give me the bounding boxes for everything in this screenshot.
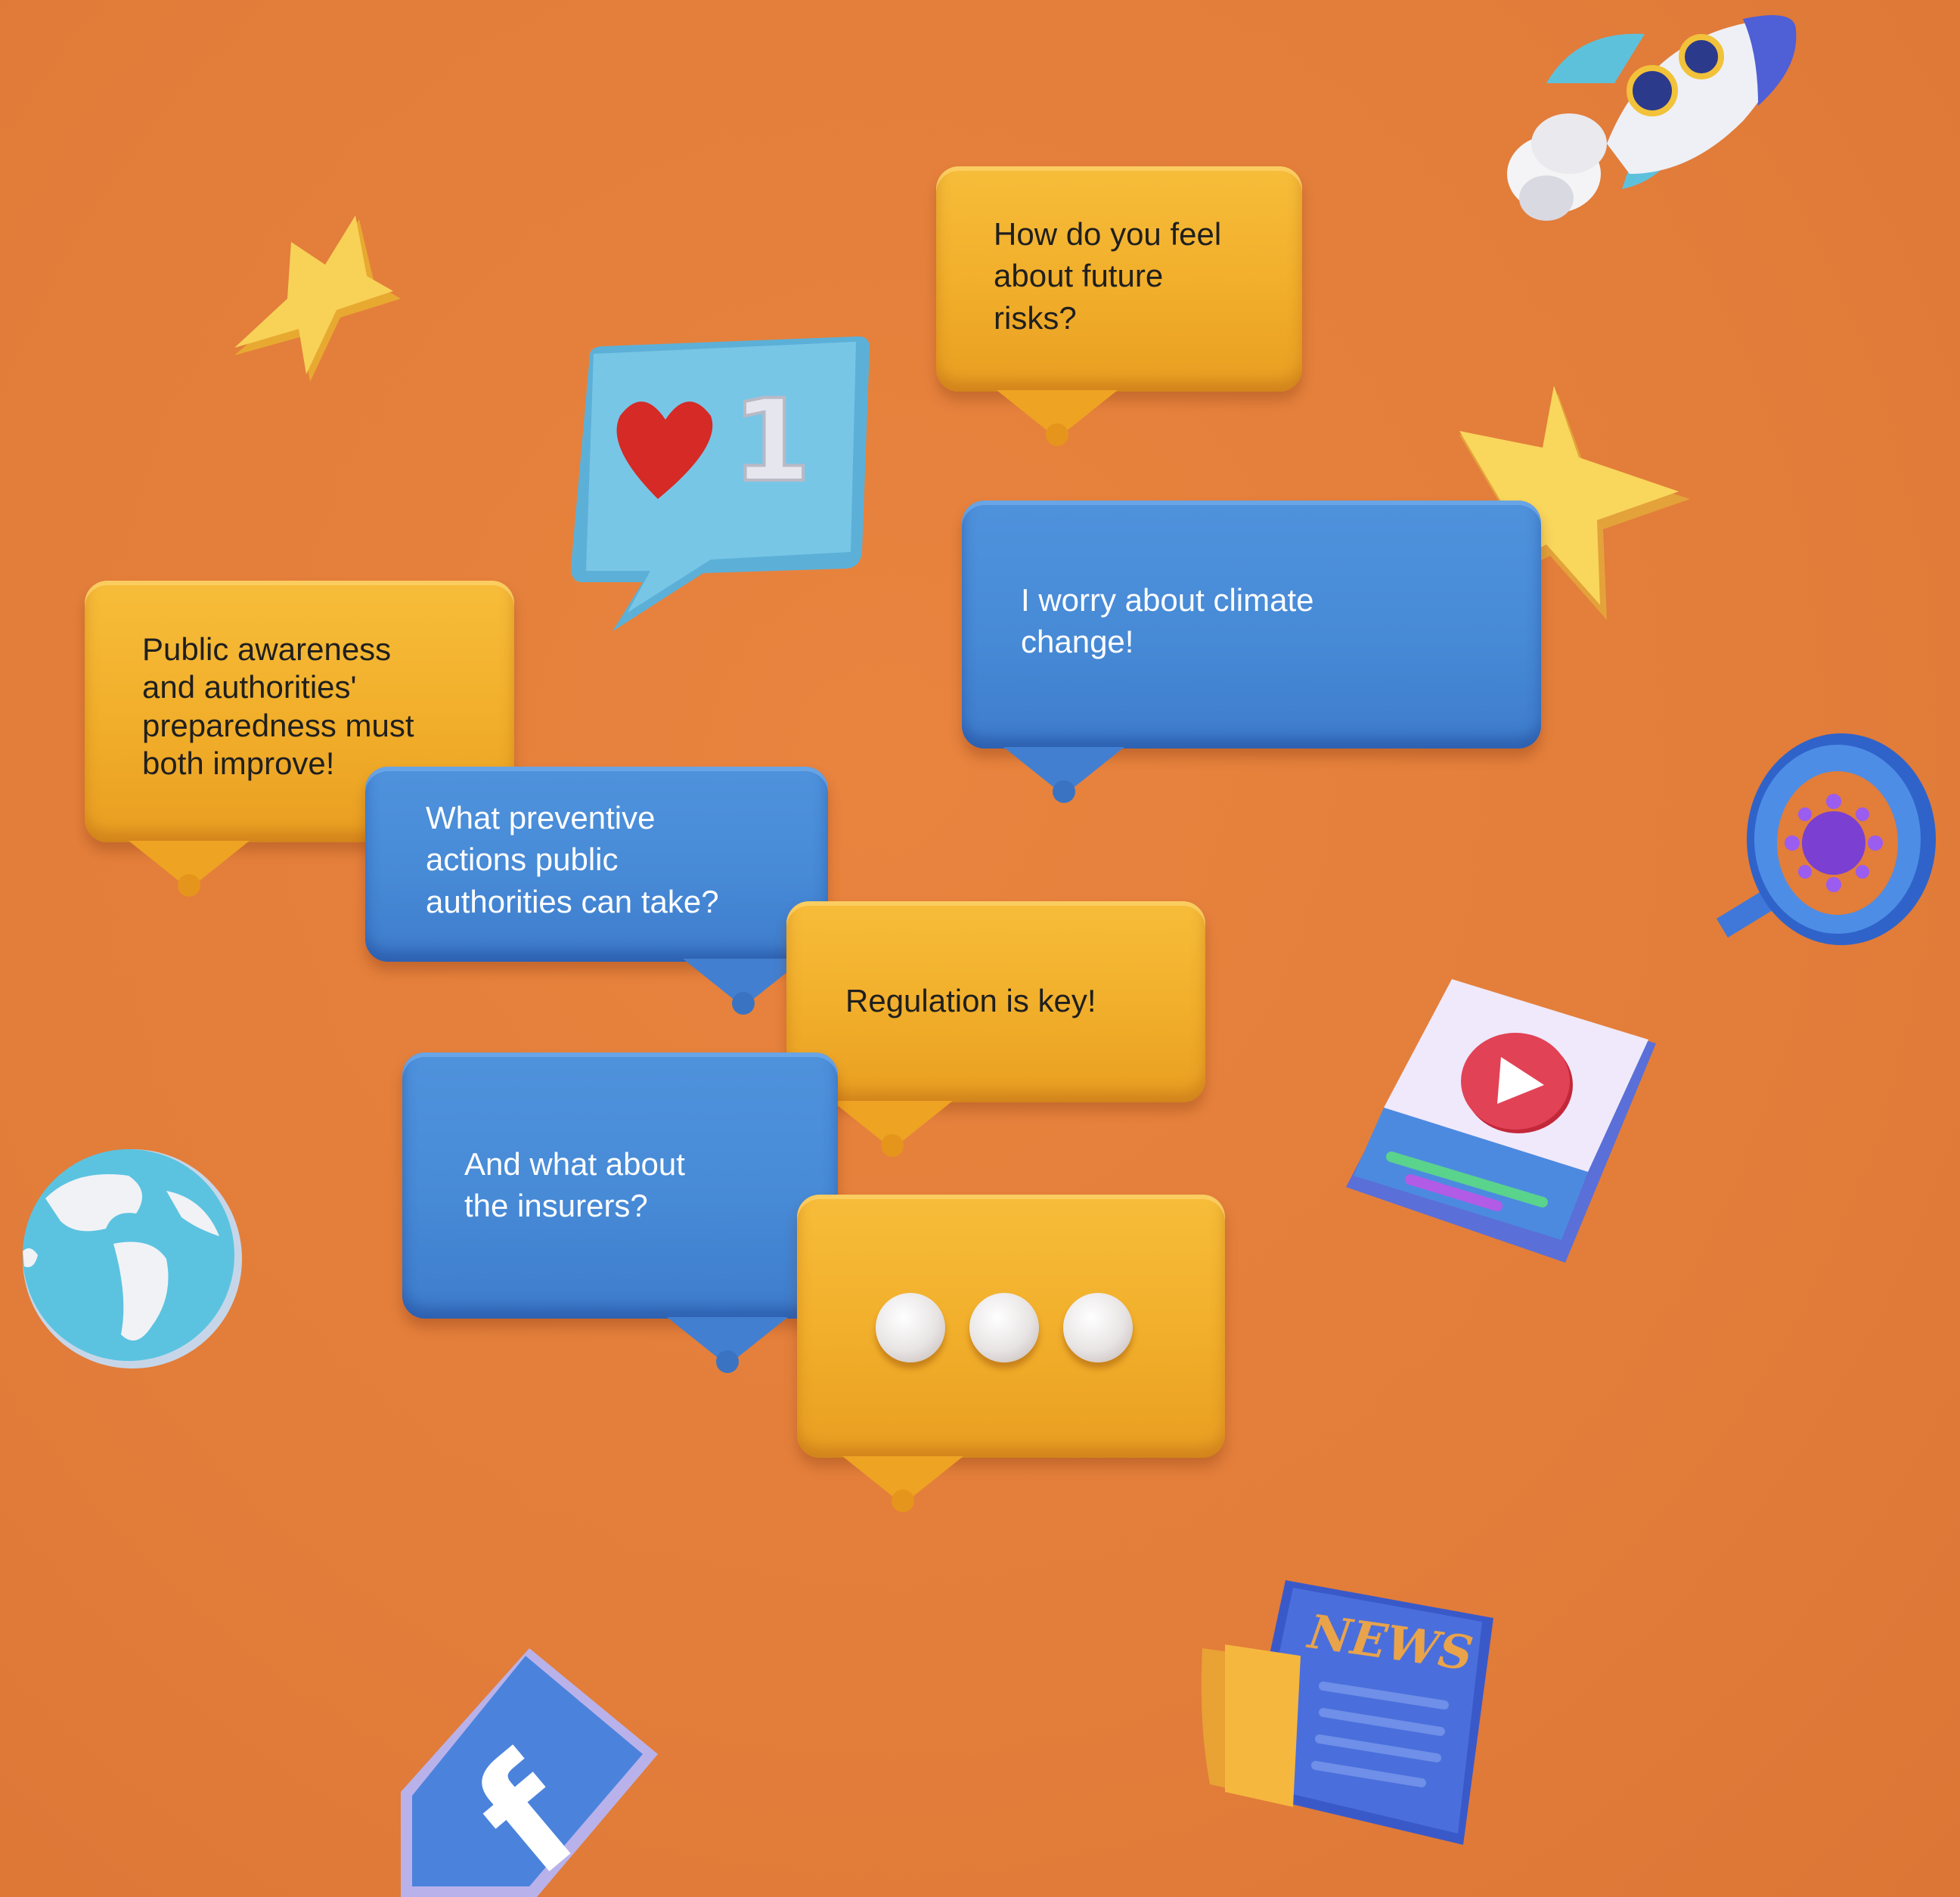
chat-bubble-typing	[797, 1195, 1225, 1512]
bubble-tail-tip	[892, 1489, 914, 1512]
star-icon	[234, 215, 401, 382]
chat-bubble-climate: I worry about climate change!	[962, 501, 1541, 803]
bubble-tail-tip	[1053, 780, 1075, 803]
bubble-text: Regulation is key!	[845, 983, 1096, 1018]
bubble-text: I worry about climate change!	[1021, 582, 1314, 660]
ellipsis-icon	[1063, 1293, 1133, 1362]
bubble-text: What preventive actions public authoriti…	[426, 800, 719, 919]
chat-bubble-insurers: And what about the insurers?	[402, 1052, 838, 1373]
rocket-icon	[1507, 15, 1797, 221]
ellipsis-icon	[876, 1293, 945, 1362]
bubble-tail-tip	[178, 874, 200, 897]
chat-bubble-preventive-actions: What preventive actions public authoriti…	[365, 767, 828, 1015]
like-count: 1	[732, 376, 811, 507]
chat-bubble-future-risks: How do you feel about future risks?	[936, 166, 1302, 446]
magnifier-virus-icon	[1717, 733, 1936, 945]
bubble-tail-tip	[732, 992, 755, 1015]
bubble-tail-tip	[881, 1134, 904, 1157]
like-badge: 1	[571, 336, 870, 631]
globe-icon	[23, 1149, 242, 1369]
bubble-tail-tip	[1046, 423, 1068, 446]
facebook-icon[interactable]: f	[393, 1641, 665, 1897]
newspaper-icon: NEWS	[1201, 1580, 1493, 1845]
ellipsis-icon	[969, 1293, 1039, 1362]
video-play-icon[interactable]	[1338, 975, 1664, 1270]
chat-bubble-regulation: Regulation is key!	[786, 901, 1205, 1157]
bubble-tail-tip	[716, 1350, 739, 1373]
bubble-text: Public awareness and authorities' prepar…	[142, 631, 414, 782]
bubble-text: How do you feel about future risks?	[994, 216, 1222, 336]
bubble-text: And what about the insurers?	[464, 1146, 685, 1224]
